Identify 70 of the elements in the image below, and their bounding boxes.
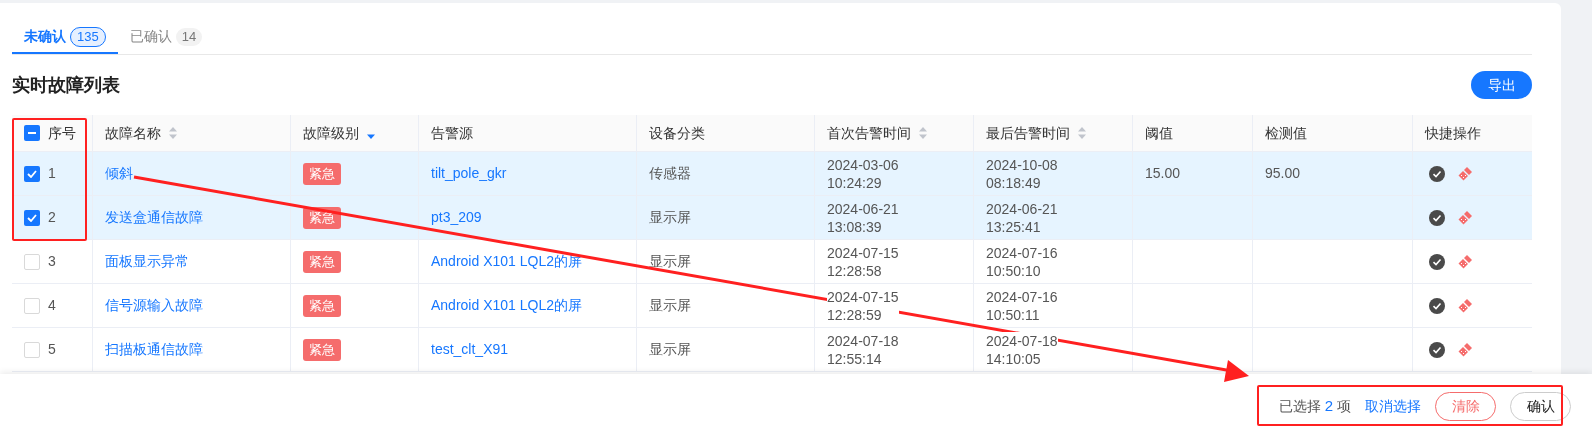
tab[interactable]: 已确认 14 bbox=[117, 21, 215, 54]
fault-name-link[interactable]: 面板显示异常 bbox=[105, 251, 189, 272]
count-badge: 135 bbox=[70, 26, 106, 47]
sort-icon[interactable] bbox=[1078, 127, 1086, 139]
column-header: 故障级别 bbox=[290, 115, 418, 151]
export-button[interactable]: 导出 bbox=[1471, 71, 1532, 99]
row-checkbox[interactable] bbox=[24, 297, 40, 314]
column-header: 设备分类 bbox=[636, 115, 814, 151]
tab[interactable]: 未确认 135 bbox=[12, 21, 118, 54]
fault-name-link[interactable]: 信号源输入故障 bbox=[105, 295, 203, 316]
check-icon bbox=[27, 213, 37, 222]
selected-label: 已选择 bbox=[1278, 397, 1321, 416]
row-checkbox[interactable] bbox=[24, 341, 40, 358]
column-header: 故障名称 bbox=[92, 115, 290, 151]
check-circle-icon[interactable] bbox=[1429, 341, 1445, 358]
row-number: 3 bbox=[48, 252, 56, 271]
column-header: 检测值 bbox=[1252, 115, 1412, 151]
check-icon bbox=[27, 169, 37, 178]
level-tag: 紧急 bbox=[303, 338, 341, 361]
alarm-source-link[interactable]: Android X101 LQL2的屏 bbox=[431, 295, 582, 316]
table-row[interactable]: 2 发送盒通信故障 紧急 pt3_209 显示屏 2024-06-21 13:08:39 2024-06-21 13:25:41 bbox=[12, 196, 1532, 240]
select-all-checkbox[interactable] bbox=[24, 125, 40, 141]
column-header: 阈值 bbox=[1132, 115, 1252, 151]
level-tag: 紧急 bbox=[303, 294, 341, 317]
table-cell-text: 15.00 bbox=[1145, 164, 1181, 183]
selected-unit: 项 bbox=[1337, 397, 1351, 416]
sort-icon[interactable] bbox=[169, 127, 177, 139]
alarm-source-link[interactable]: test_clt_X91 bbox=[431, 339, 509, 360]
fault-name-link[interactable]: 倾斜 bbox=[105, 163, 133, 184]
row-number: 4 bbox=[48, 296, 56, 315]
section-title: 实时故障列表 bbox=[12, 73, 120, 97]
alarm-source-link[interactable]: tilt_pole_gkr bbox=[431, 163, 507, 184]
fault-name-link[interactable]: 发送盒通信故障 bbox=[105, 207, 203, 228]
table-cell-text: 显示屏 bbox=[649, 340, 691, 359]
alarm-source-link[interactable]: pt3_209 bbox=[431, 207, 482, 228]
check-circle-icon[interactable] bbox=[1429, 297, 1445, 314]
table-cell-text: 显示屏 bbox=[649, 252, 691, 271]
eraser-icon[interactable] bbox=[1457, 341, 1473, 358]
table-row[interactable]: 4 信号源输入故障 紧急 Android X101 LQL2的屏 显示屏 2024-07-15 12:28:59 2024-07-16 10:50:11 bbox=[12, 284, 1532, 328]
table-row[interactable]: 1 倾斜 紧急 tilt_pole_gkr 传感器 2024-03-06 10:24:29 2024-10-08 08:18:49 15.00 95.00 bbox=[12, 152, 1532, 196]
table-cell-text: 95.00 bbox=[1265, 164, 1301, 183]
table-cell-text: 显示屏 bbox=[649, 296, 691, 315]
deselect-link[interactable]: 取消选择 bbox=[1365, 396, 1421, 417]
table-cell-text: 显示屏 bbox=[649, 208, 691, 227]
eraser-icon[interactable] bbox=[1457, 297, 1473, 314]
level-tag: 紧急 bbox=[303, 162, 341, 185]
row-number: 1 bbox=[48, 164, 56, 183]
column-header: 首次告警时间 bbox=[814, 115, 973, 151]
count-badge: 14 bbox=[175, 27, 203, 46]
check-circle-icon[interactable] bbox=[1429, 253, 1445, 270]
eraser-icon[interactable] bbox=[1457, 253, 1473, 270]
row-checkbox[interactable] bbox=[24, 165, 40, 182]
check-circle-icon[interactable] bbox=[1429, 165, 1445, 182]
eraser-icon[interactable] bbox=[1457, 165, 1473, 182]
selected-count: 2 bbox=[1324, 396, 1333, 417]
row-number: 2 bbox=[48, 208, 56, 227]
sort-icon[interactable] bbox=[919, 127, 927, 139]
eraser-icon[interactable] bbox=[1457, 209, 1473, 226]
column-header: 告警源 bbox=[418, 115, 636, 151]
row-checkbox[interactable] bbox=[24, 253, 40, 270]
row-checkbox[interactable] bbox=[24, 209, 40, 226]
table-cell-text: 传感器 bbox=[649, 164, 691, 183]
column-header: 序号 bbox=[12, 115, 92, 151]
column-header: 最后告警时间 bbox=[973, 115, 1132, 151]
level-tag: 紧急 bbox=[303, 250, 341, 273]
column-header: 快捷操作 bbox=[1412, 115, 1532, 151]
table-row[interactable]: 5 扫描板通信故障 紧急 test_clt_X91 显示屏 2024-07-18 12:55:14 2024-07-18 14:10:05 bbox=[12, 328, 1532, 372]
check-circle-icon[interactable] bbox=[1429, 209, 1445, 226]
row-number: 5 bbox=[48, 340, 56, 359]
fault-name-link[interactable]: 扫描板通信故障 bbox=[105, 339, 203, 360]
